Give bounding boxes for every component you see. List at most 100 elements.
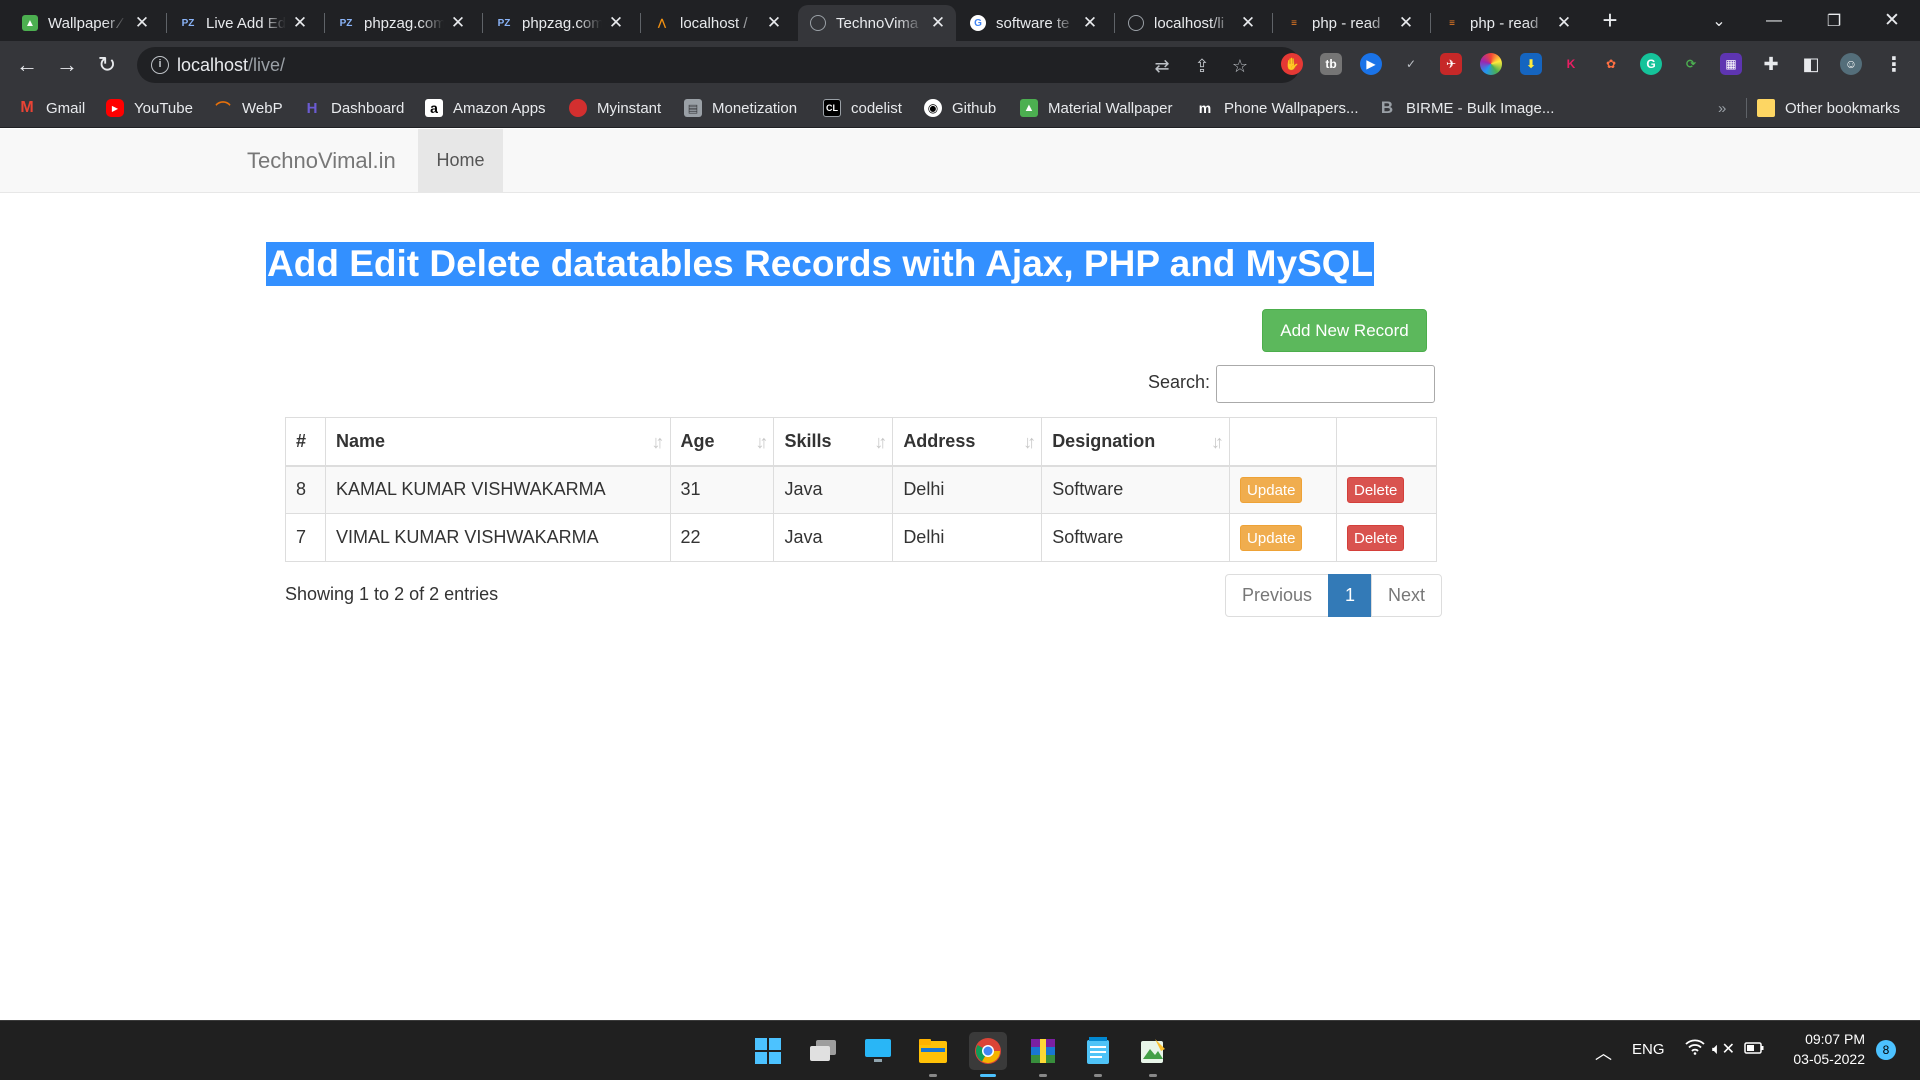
grammarly-extension-icon[interactable]: G (1640, 53, 1662, 75)
other-bookmarks-folder[interactable]: Other bookmarks (1757, 97, 1900, 119)
image-editor-icon[interactable] (1134, 1032, 1172, 1077)
site-brand-link[interactable]: TechnoVimal.in (247, 148, 396, 174)
checkmark-extension-icon[interactable]: ✓ (1400, 53, 1422, 75)
delete-button[interactable]: Delete (1346, 476, 1405, 503)
notification-badge[interactable]: 8 (1876, 1040, 1896, 1060)
update-button[interactable]: Update (1240, 524, 1303, 551)
tab-stackoverflow-2[interactable]: ≡ php - read ✕ (1432, 5, 1582, 41)
bookmark-amazon-apps[interactable]: a Amazon Apps (425, 97, 546, 119)
update-button[interactable]: Update (1240, 476, 1303, 503)
menu-kebab-icon[interactable]: ⋮ (1883, 53, 1905, 76)
k-extension-icon[interactable]: K (1560, 53, 1582, 75)
notepad-icon[interactable] (1079, 1032, 1117, 1077)
pagination-next-button[interactable]: Next (1371, 574, 1443, 617)
column-header-designation[interactable]: Designation ↓↑ (1041, 417, 1231, 467)
battery-icon[interactable] (1744, 1041, 1764, 1059)
bookmark-myinstant[interactable]: Myinstant (569, 97, 661, 119)
pagination-previous-button[interactable]: Previous (1225, 574, 1330, 617)
back-icon[interactable]: ← (11, 49, 43, 81)
player-extension-icon[interactable]: ▶ (1360, 53, 1382, 75)
column-header-id[interactable]: # (285, 417, 326, 467)
clock-time[interactable]: 09:07 PM (1783, 1031, 1865, 1047)
bookmark-dashboard[interactable]: H Dashboard (303, 97, 405, 119)
language-indicator[interactable]: ENG (1632, 1041, 1665, 1058)
column-header-skills[interactable]: Skills ↓↑ (773, 417, 894, 467)
color-picker-extension-icon[interactable] (1480, 53, 1502, 75)
tb-extension-icon[interactable]: tb (1320, 53, 1342, 75)
sync-extension-icon[interactable]: ⟳ (1680, 53, 1702, 75)
side-panel-icon[interactable]: ◧ (1800, 53, 1822, 75)
rocket-extension-icon[interactable]: ✈ (1440, 53, 1462, 75)
share-icon[interactable]: ⇪ (1191, 55, 1213, 77)
bookmark-github[interactable]: ◉ Github (924, 97, 996, 119)
tab-phpzag-1[interactable]: PZ phpzag.com ✕ (326, 5, 476, 41)
close-icon[interactable]: ✕ (1398, 13, 1414, 33)
close-icon[interactable]: ✕ (608, 13, 624, 33)
tab-google-search[interactable]: G software te ✕ (958, 5, 1108, 41)
forward-icon[interactable]: → (51, 49, 83, 81)
windows-start-icon[interactable] (749, 1032, 787, 1070)
codelist-icon: CL (823, 99, 841, 117)
task-view-icon[interactable] (804, 1032, 842, 1070)
close-icon[interactable]: ✕ (292, 13, 308, 33)
bookmark-phone-wallpapers[interactable]: m Phone Wallpapers... (1196, 97, 1359, 119)
file-explorer-icon[interactable] (914, 1032, 952, 1077)
column-header-address[interactable]: Address ↓↑ (892, 417, 1043, 467)
tab-live-add-edit[interactable]: PZ Live Add Ed ✕ (168, 5, 318, 41)
tab-stackoverflow-1[interactable]: ≡ php - read ✕ (1274, 5, 1424, 41)
tab-search-icon[interactable]: ⌄ (1691, 0, 1747, 41)
close-icon[interactable]: ✕ (1082, 13, 1098, 33)
purple-extension-icon[interactable]: ▦ (1720, 53, 1742, 75)
new-tab-button[interactable]: + (1584, 0, 1636, 41)
tray-chevron-up-icon[interactable]: ︿ (1595, 1039, 1612, 1064)
close-icon[interactable]: ✕ (766, 13, 782, 33)
bookmark-birme[interactable]: B BIRME - Bulk Image... (1378, 97, 1555, 119)
bookmark-star-icon[interactable]: ☆ (1229, 55, 1251, 77)
close-icon[interactable]: ✕ (450, 13, 466, 33)
desktop-icon[interactable] (859, 1032, 897, 1070)
more-bookmarks-chevron[interactable]: » (1718, 97, 1726, 119)
cell-delete: Delete (1335, 465, 1438, 514)
tab-title: php - read (1312, 14, 1381, 32)
restore-icon[interactable]: ❐ (1806, 0, 1862, 41)
youtube-icon: ▶ (106, 99, 124, 117)
bookmark-gmail[interactable]: M Gmail (18, 97, 85, 119)
bookmark-monetization[interactable]: ▤ Monetization (684, 97, 797, 119)
close-window-icon[interactable]: ✕ (1864, 0, 1920, 41)
minimize-icon[interactable]: — (1746, 0, 1802, 41)
clock-date[interactable]: 03-05-2022 (1783, 1051, 1865, 1067)
bookmark-codelist[interactable]: CL codelist (823, 97, 902, 119)
tab-localhost-live[interactable]: localhost/li ✕ (1116, 5, 1266, 41)
tab-phpzag-2[interactable]: PZ phpzag.com ✕ (484, 5, 634, 41)
reload-icon[interactable]: ↻ (91, 49, 123, 81)
translate-icon[interactable]: ⇄ (1151, 55, 1173, 77)
tab-localhost-phpmyadmin[interactable]: ⋀ localhost / ✕ (642, 5, 792, 41)
pagination-page-1-button[interactable]: 1 (1328, 574, 1373, 617)
column-header-age[interactable]: Age ↓↑ (669, 417, 775, 467)
speaker-muted-icon[interactable]: 🔈︎✕ (1712, 1039, 1735, 1059)
site-info-icon[interactable]: i (151, 56, 169, 74)
wifi-icon[interactable] (1685, 1039, 1705, 1060)
add-new-record-button[interactable]: Add New Record (1262, 309, 1427, 352)
close-icon[interactable]: ✕ (930, 13, 946, 33)
address-bar[interactable]: i localhost/live/ ⇄ ⇪ ☆ (137, 47, 1300, 83)
close-icon[interactable]: ✕ (1556, 13, 1572, 33)
nav-home-link[interactable]: Home (418, 129, 503, 192)
extensions-puzzle-icon[interactable]: ✚ (1760, 53, 1782, 75)
adblock-extension-icon[interactable]: ✋ (1281, 53, 1303, 75)
tab-wallpaper[interactable]: ▲ Wallpaper ⁄ ✕ (10, 5, 160, 41)
winrar-icon[interactable] (1024, 1032, 1062, 1077)
search-input[interactable] (1216, 365, 1435, 403)
chrome-icon[interactable] (969, 1032, 1007, 1077)
profile-avatar[interactable]: ☺ (1840, 53, 1862, 75)
tab-technovimal-active[interactable]: TechnoVima ✕ (798, 5, 956, 41)
cookie-extension-icon[interactable]: ✿ (1600, 53, 1622, 75)
close-icon[interactable]: ✕ (1240, 13, 1256, 33)
column-header-name[interactable]: Name ↓↑ (324, 417, 671, 467)
bookmark-youtube[interactable]: ▶ YouTube (106, 97, 193, 119)
bookmark-webp[interactable]: ⌒ WebP (214, 97, 282, 119)
bookmark-material-wallpaper[interactable]: ▲ Material Wallpaper (1020, 97, 1173, 119)
delete-button[interactable]: Delete (1346, 524, 1405, 551)
close-icon[interactable]: ✕ (134, 13, 150, 33)
download-extension-icon[interactable]: ⬇ (1520, 53, 1542, 75)
